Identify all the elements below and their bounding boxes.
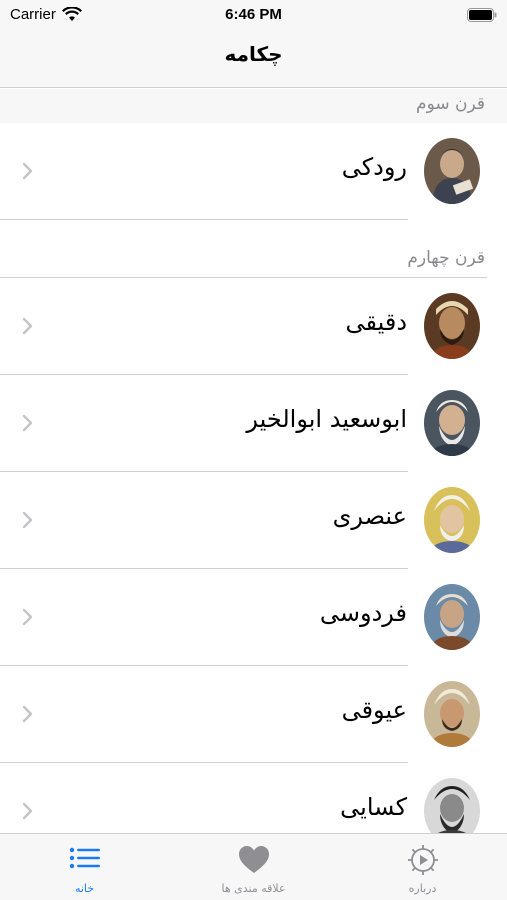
- poet-name: رودکی: [341, 153, 407, 181]
- list-item[interactable]: رودکی: [0, 123, 507, 220]
- section-header-label: قرن سوم: [416, 94, 485, 114]
- poet-name: عنصری: [332, 502, 407, 530]
- battery-icon: [467, 8, 497, 22]
- status-bar: Carrier 6:46 PM: [0, 0, 507, 32]
- tab-about[interactable]: درباره: [338, 834, 507, 900]
- section-header-century-4: قرن چهارم: [0, 243, 507, 277]
- list-item[interactable]: عیوقی: [0, 666, 507, 763]
- poet-name: عیوقی: [341, 696, 407, 724]
- tab-home[interactable]: خانه: [0, 834, 169, 900]
- avatar: [424, 778, 480, 833]
- avatar: [424, 487, 480, 553]
- chevron-right-icon: [22, 317, 33, 335]
- list-item[interactable]: فردوسی: [0, 569, 507, 666]
- list-item[interactable]: عنصری: [0, 472, 507, 569]
- poet-name: ابوسعید ابوالخیر: [246, 405, 407, 433]
- navigation-bar: چکامه: [0, 32, 507, 88]
- chevron-right-icon: [22, 162, 33, 180]
- avatar: [424, 584, 480, 650]
- poet-name: دقیقی: [345, 308, 407, 336]
- section-header-label: قرن چهارم: [407, 248, 485, 268]
- avatar: [424, 390, 480, 456]
- list-item[interactable]: دقیقی: [0, 278, 507, 375]
- poet-name: کسایی: [340, 793, 407, 821]
- chevron-right-icon: [22, 608, 33, 626]
- chevron-right-icon: [22, 414, 33, 432]
- tab-label: علاقه مندی ها: [221, 882, 286, 895]
- tab-label: درباره: [408, 882, 437, 895]
- list-item[interactable]: کسایی: [0, 763, 507, 833]
- page-title: چکامه: [224, 42, 283, 66]
- poet-name: فردوسی: [319, 599, 407, 627]
- avatar: [424, 293, 480, 359]
- tab-favorites[interactable]: علاقه مندی ها: [169, 834, 338, 900]
- chevron-right-icon: [22, 802, 33, 820]
- poet-list[interactable]: قرن سوم رودکی قرن چهارم دقیقی ابوسعید اب…: [0, 89, 507, 833]
- tab-label: خانه: [74, 882, 95, 895]
- heart-icon: [238, 846, 269, 873]
- gear-play-icon: [407, 845, 438, 875]
- section-header-century-3: قرن سوم: [0, 89, 507, 123]
- chevron-right-icon: [22, 705, 33, 723]
- chevron-right-icon: [22, 511, 33, 529]
- tab-bar: درباره علاقه مندی ها خانه: [0, 833, 507, 900]
- list-item[interactable]: ابوسعید ابوالخیر: [0, 375, 507, 472]
- list-icon: [69, 847, 100, 869]
- avatar: [424, 681, 480, 747]
- avatar: [424, 138, 480, 204]
- status-time: 6:46 PM: [225, 6, 282, 23]
